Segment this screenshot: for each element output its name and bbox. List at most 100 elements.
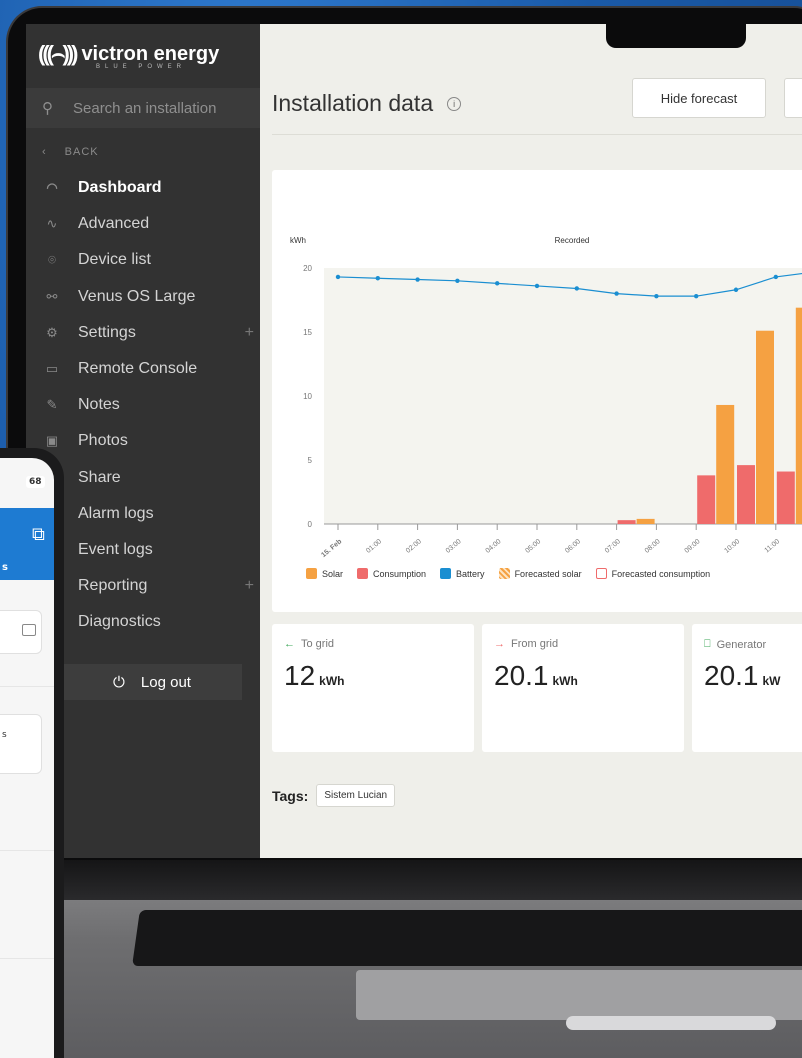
plus-icon[interactable]: +: [245, 577, 254, 595]
toggle-icon: [22, 624, 36, 636]
tile-label: Generator: [716, 638, 767, 651]
consumption-bar: [776, 471, 795, 524]
to-grid-tile: ← To grid 12 kWh: [272, 624, 474, 752]
location-pin-icon: ⌾: [48, 252, 56, 268]
logout-button[interactable]: ⏻ Log out: [62, 664, 242, 700]
sidebar-item-device-list[interactable]: ⌾ Device list: [26, 242, 260, 278]
battery-point: [455, 278, 460, 283]
consumption-bar: [737, 465, 755, 524]
x-tick-label: 02:00: [405, 538, 423, 555]
x-tick-label: 04:00: [485, 538, 503, 555]
search-placeholder: Search an installation: [73, 99, 217, 117]
camera-notch: [606, 22, 746, 48]
info-icon[interactable]: i: [447, 96, 462, 111]
consumption-bar: [697, 475, 716, 524]
chart-line-icon: ∿: [46, 216, 58, 232]
legend-label: Forecasted solar: [514, 568, 582, 579]
sidebar-item-label: Notes: [78, 396, 120, 414]
x-tick-label: 05:00: [524, 538, 542, 555]
sidebar-item-photos[interactable]: ▣ Photos: [26, 423, 260, 459]
secondary-button[interactable]: [784, 78, 802, 118]
phone-card[interactable]: [0, 714, 42, 774]
sidebar-item-remote-console[interactable]: ▭ Remote Console: [26, 351, 260, 387]
tags-label: Tags:: [272, 787, 309, 804]
external-link-icon[interactable]: ⧉: [32, 524, 45, 545]
sidebar-item-label: Diagnostics: [78, 613, 161, 631]
page-title-text: Installation data: [272, 90, 434, 116]
legend-swatch: [498, 568, 510, 579]
battery-point: [694, 293, 699, 299]
legend-item[interactable]: Solar: [306, 568, 343, 579]
gear-icon: ⚙: [46, 324, 58, 340]
tile-value: 12: [284, 660, 316, 691]
tile-unit: kW: [762, 674, 781, 688]
legend-label: Consumption: [373, 568, 427, 579]
legend-swatch: [440, 568, 452, 579]
image-icon: ▣: [45, 433, 59, 449]
tile-value: 20.1: [494, 660, 549, 691]
y-tick-label: 10: [303, 392, 312, 401]
victron-logo: (((⌢))) victron energy BLUE POWER: [38, 34, 238, 74]
tile-unit: kWh: [319, 674, 345, 688]
sidebar-item-label: Alarm logs: [78, 504, 154, 522]
tag-chip[interactable]: Sistem Lucian: [316, 784, 396, 807]
legend-item[interactable]: Battery: [440, 568, 485, 579]
sidebar-item-venus-os-large[interactable]: ⚯ Venus OS Large: [26, 279, 260, 315]
legend-item[interactable]: Forecasted consumption: [595, 568, 711, 579]
phone-screen: 68 ⧉ s s: [0, 458, 54, 1058]
sidebar-item-label: Advanced: [78, 215, 150, 233]
energy-chart: kWh Recorded 0 5 10 15 20 15. Feb 01:00 02:00 03:0…: [290, 236, 802, 559]
sidebar-item-label: Device list: [78, 251, 151, 269]
x-tick-label: 03:00: [445, 538, 463, 555]
hide-forecast-button[interactable]: Hide forecast: [632, 78, 766, 118]
y-tick-label: 15: [303, 328, 312, 337]
chevron-left-icon: ‹: [42, 146, 47, 158]
sidebar-item-advanced[interactable]: ∿ Advanced: [26, 206, 260, 242]
sidebar-item-settings[interactable]: ⚙ Settings +: [26, 315, 260, 351]
laptop-screen: (((⌢))) victron energy BLUE POWER ⚲ Sear…: [26, 24, 802, 858]
legend-label: Forecasted consumption: [611, 568, 711, 579]
back-label: BACK: [64, 146, 99, 158]
x-tick-label: 01:00: [365, 538, 383, 555]
sidebar-item-label: Share: [78, 468, 121, 486]
chart-title: Recorded: [555, 236, 590, 245]
waves-icon: (((⌢))): [38, 41, 78, 66]
sidebar-item-label: Remote Console: [78, 360, 198, 378]
divider: [0, 686, 54, 687]
sidebar-item-label: Settings: [78, 323, 136, 341]
battery-point: [654, 293, 659, 299]
tags-row: Tags: Sistem Lucian: [272, 784, 396, 807]
legend-swatch: [357, 568, 369, 579]
brand-name: victron energy: [81, 42, 220, 65]
plus-icon[interactable]: +: [245, 324, 254, 342]
nodes-icon: ⚯: [46, 288, 58, 304]
monitor-icon: ▭: [45, 361, 59, 377]
x-tick-label: 10:00: [723, 538, 741, 555]
chart-legend: Solar Consumption Battery Forecasted solar F…: [306, 568, 710, 579]
sidebar-item-dashboard[interactable]: ◠ Dashboard: [26, 170, 260, 206]
back-link[interactable]: ‹ BACK: [42, 146, 117, 158]
sidebar-item-notes[interactable]: ✎ Notes: [26, 387, 260, 423]
gauge-icon: ◠: [46, 180, 58, 196]
legend-swatch: [595, 568, 607, 579]
phone-card-text: s: [2, 730, 7, 740]
divider: [0, 958, 54, 959]
chart-card: kWh Recorded 0 5 10 15 20 15. Feb 01:00 02:00 03:0…: [272, 170, 802, 612]
tile-unit: kWh: [552, 674, 578, 688]
laptop-lip: [566, 1016, 776, 1030]
y-tick-label: 5: [308, 456, 313, 465]
search-input[interactable]: ⚲ Search an installation: [26, 88, 260, 128]
battery-point: [574, 286, 579, 291]
battery-badge: 68: [26, 476, 45, 488]
legend-item[interactable]: Forecasted solar: [498, 568, 582, 579]
legend-item[interactable]: Consumption: [357, 568, 426, 579]
solar-bar: [795, 307, 802, 524]
tile-label: To grid: [301, 638, 335, 650]
edit-icon: ✎: [46, 397, 58, 413]
trackpad-area: [356, 970, 802, 1020]
battery-point: [733, 287, 739, 292]
y-tick-label: 20: [303, 264, 312, 273]
keyboard: [132, 910, 802, 966]
battery-point: [335, 274, 341, 280]
x-tick-label: 06:00: [564, 538, 582, 555]
